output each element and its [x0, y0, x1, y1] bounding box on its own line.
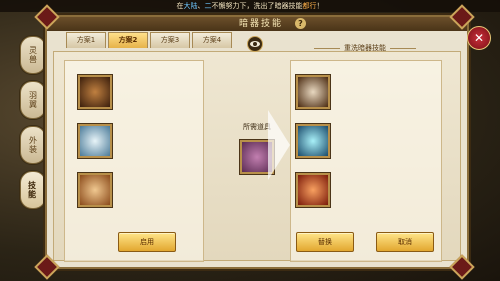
transfer-arrow-icon [268, 110, 290, 180]
skill-icon [78, 173, 112, 207]
close-button[interactable]: ✕ [467, 26, 491, 50]
side-tab-wings[interactable]: 羽翼 [20, 81, 46, 119]
side-tab-outfit[interactable]: 外装 [20, 126, 46, 164]
window-title: 暗器技能 [239, 19, 284, 29]
apply-button[interactable]: 启用 [118, 232, 176, 252]
current-skill-slot[interactable] [78, 75, 228, 115]
skill-icon [296, 75, 330, 109]
rewash-skill-slot[interactable] [296, 75, 446, 115]
skill-icon [296, 173, 330, 207]
side-tab-skills[interactable]: 技能 [20, 171, 46, 209]
skill-icon [78, 75, 112, 109]
preview-eye-icon[interactable] [245, 36, 265, 52]
rewash-skill-slot[interactable] [296, 124, 446, 164]
world-notice: 在大陆、二不懈努力下，洗出了暗器技能都行！ [0, 0, 500, 12]
current-skill-slot[interactable] [78, 124, 228, 164]
side-tab-pet[interactable]: 灵兽 [20, 36, 46, 74]
tab-plan-2[interactable]: 方案2 [108, 32, 148, 48]
replace-button[interactable]: 替换 [296, 232, 354, 252]
rewash-section-header: 重洗暗器技能 [290, 43, 440, 53]
side-tab-column: 灵兽 羽翼 外装 技能 [20, 36, 46, 216]
rewash-skill-slot[interactable] [296, 173, 446, 213]
tab-plan-4[interactable]: 方案4 [192, 32, 232, 48]
skill-icon [296, 124, 330, 158]
tab-plan-3[interactable]: 方案3 [150, 32, 190, 48]
help-button[interactable]: ? [295, 18, 306, 29]
cancel-button[interactable]: 取消 [376, 232, 434, 252]
tab-plan-1[interactable]: 方案1 [66, 32, 106, 48]
current-skill-slot[interactable] [78, 173, 228, 213]
skill-icon [78, 124, 112, 158]
